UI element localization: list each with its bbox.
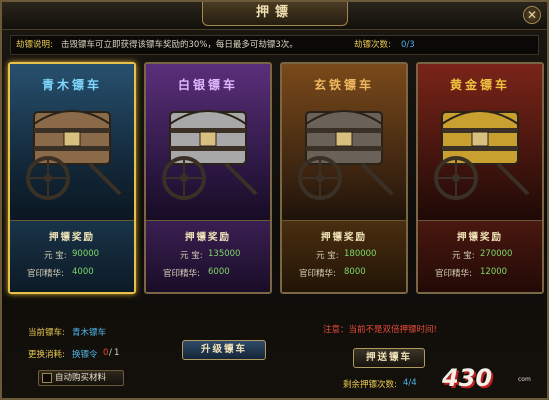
swap-separator: / — [109, 348, 112, 358]
rob-info-label: 劫镖说明: — [16, 40, 53, 50]
swap-need-count: 1 — [114, 348, 120, 358]
title-bar: 押镖 ✕ — [2, 2, 547, 30]
reward-box: 押镖奖励 元 宝: 135000 官印精华: 6000 — [146, 220, 270, 292]
logo-text: 430 — [442, 364, 493, 392]
cart-art: 白银镖车 — [146, 64, 270, 220]
auto-buy-toggle[interactable]: 自动购买材料 — [38, 370, 124, 386]
cart-art: 黄金镖车 — [418, 64, 542, 220]
essence-value: 4000 — [72, 267, 94, 277]
cart-art: 青木镖车 — [10, 64, 134, 220]
cart-card[interactable]: 白银镖车 押镖奖励 元 宝: 135000 官印精华: 6000 — [144, 62, 272, 294]
cart-image — [434, 110, 530, 200]
cart-image — [26, 110, 122, 200]
close-icon[interactable]: ✕ — [523, 6, 541, 24]
essence-label: 官印精华: — [299, 269, 336, 279]
ingot-label: 元 宝: — [316, 251, 339, 261]
upgrade-cart-button[interactable]: 升级镖车 — [182, 340, 266, 360]
cart-name: 青木镖车 — [41, 78, 102, 92]
cart-art: 玄铁镖车 — [282, 64, 406, 220]
cart-card[interactable]: 黄金镖车 押镖奖励 元 宝: 270000 官印精华: 12000 — [416, 62, 544, 294]
cart-name: 白银镖车 — [177, 78, 238, 92]
rob-count-value: 0/3 — [401, 40, 415, 50]
remaining-escort-value: 4/4 — [403, 378, 417, 388]
ingot-label: 元 宝: — [452, 251, 475, 261]
reward-title: 押镖奖励 — [48, 232, 95, 243]
logo-sub: com — [518, 376, 531, 383]
ingot-value: 90000 — [72, 249, 100, 259]
rob-info-bar: 劫镖说明: 击毁镖车可立即获得该镖车奖励的30%，每日最多可劫镖3次。 劫镖次数… — [10, 35, 539, 55]
checkbox-icon[interactable] — [42, 373, 52, 383]
swap-cost-label: 更换消耗: — [28, 350, 65, 360]
remaining-escort-label: 剩余押镖次数: — [343, 380, 397, 390]
swap-have-count: 0 — [103, 348, 109, 358]
swap-item-name[interactable]: 换镖令 — [72, 348, 98, 360]
site-logo: 430 com — [442, 364, 542, 398]
rob-info-text: 击毁镖车可立即获得该镖车奖励的30%，每日最多可劫镖3次。 — [61, 40, 298, 50]
essence-label: 官印精华: — [435, 269, 472, 279]
reward-title: 押镖奖励 — [456, 232, 503, 243]
current-cart-label: 当前镖车: — [28, 328, 65, 338]
ingot-label: 元 宝: — [44, 251, 67, 261]
reward-box: 押镖奖励 元 宝: 270000 官印精华: 12000 — [418, 220, 542, 292]
ingot-value: 270000 — [480, 249, 513, 259]
current-cart-value: 青木镖车 — [72, 328, 107, 338]
cart-image — [162, 110, 258, 200]
window-title: 押镖 — [202, 2, 348, 26]
ingot-value: 135000 — [208, 249, 241, 259]
reward-title: 押镖奖励 — [320, 232, 367, 243]
escort-window: 押镖 ✕ 劫镖说明: 击毁镖车可立即获得该镖车奖励的30%，每日最多可劫镖3次。… — [0, 0, 549, 400]
essence-value: 6000 — [208, 267, 230, 277]
cart-card[interactable]: 青木镖车 押镖奖励 元 宝: 90000 官印精华: 4000 — [8, 62, 136, 294]
auto-buy-label: 自动购买材料 — [55, 373, 107, 383]
essence-value: 12000 — [480, 267, 508, 277]
cart-image — [298, 110, 394, 200]
reward-box: 押镖奖励 元 宝: 180000 官印精华: 8000 — [282, 220, 406, 292]
cart-name: 黄金镖车 — [449, 78, 510, 92]
rob-count-label: 劫镖次数: — [354, 40, 391, 50]
reward-title: 押镖奖励 — [184, 232, 231, 243]
essence-label: 官印精华: — [163, 269, 200, 279]
essence-value: 8000 — [344, 267, 366, 277]
ingot-value: 180000 — [344, 249, 377, 259]
cart-card[interactable]: 玄铁镖车 押镖奖励 元 宝: 180000 官印精华: 8000 — [280, 62, 408, 294]
ingot-label: 元 宝: — [180, 251, 203, 261]
double-time-warning: 注意：当前不是双倍押镖时间! — [323, 325, 437, 335]
escort-cart-button[interactable]: 押送镖车 — [353, 348, 425, 368]
reward-box: 押镖奖励 元 宝: 90000 官印精华: 4000 — [10, 220, 134, 292]
essence-label: 官印精华: — [27, 269, 64, 279]
cart-name: 玄铁镖车 — [313, 78, 374, 92]
